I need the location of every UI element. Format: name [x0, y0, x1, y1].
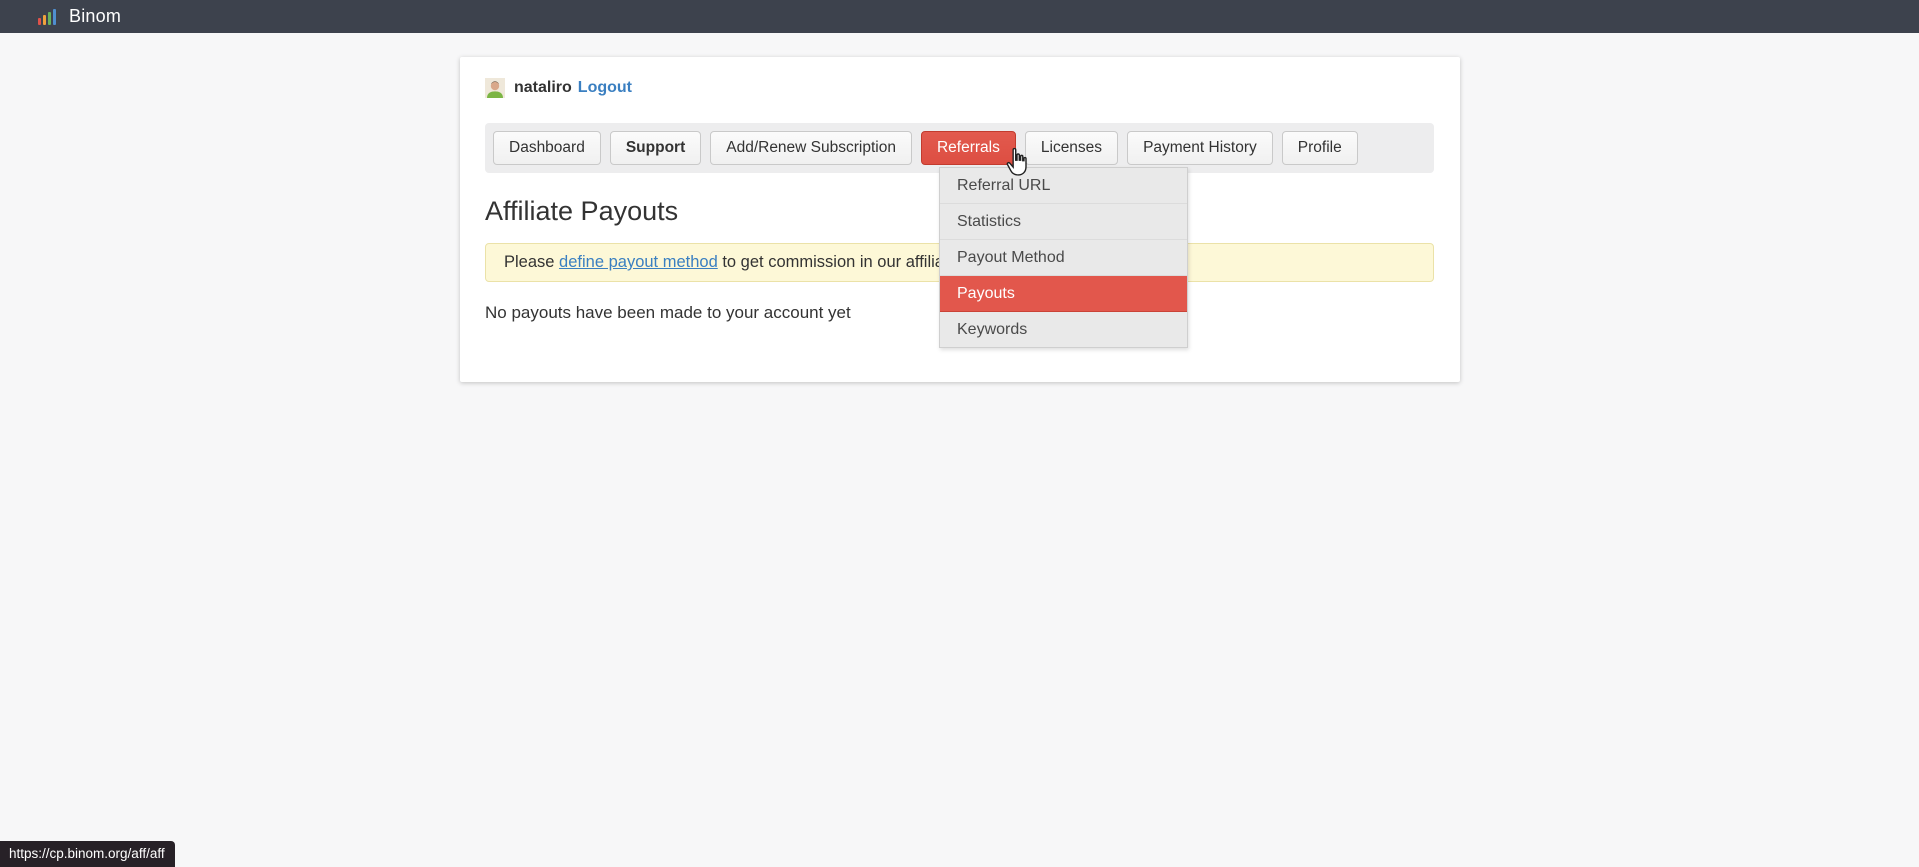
- brand-title: Binom: [69, 6, 121, 27]
- user-avatar: [485, 78, 505, 98]
- nav-support-button[interactable]: Support: [610, 131, 701, 165]
- nav-referrals-button[interactable]: Referrals: [921, 131, 1016, 165]
- menu-item-keywords[interactable]: Keywords: [940, 312, 1187, 347]
- nav-licenses-button[interactable]: Licenses: [1025, 131, 1118, 165]
- notice-text-suffix: to get commission in our affilia: [718, 253, 944, 271]
- menu-item-referral-url[interactable]: Referral URL: [940, 168, 1187, 204]
- top-bar: Binom: [0, 0, 1919, 33]
- nav-dashboard-button[interactable]: Dashboard: [493, 131, 601, 165]
- menu-item-statistics[interactable]: Statistics: [940, 204, 1187, 240]
- user-row: nataliro Logout: [485, 77, 1434, 99]
- main-nav: Dashboard Support Add/Renew Subscription…: [485, 123, 1434, 173]
- binom-logo-icon: [38, 9, 56, 25]
- referrals-dropdown-menu: Referral URL Statistics Payout Method Pa…: [939, 167, 1188, 348]
- link-preview-statusbar: https://cp.binom.org/aff/aff: [0, 841, 175, 867]
- nav-add-renew-subscription-button[interactable]: Add/Renew Subscription: [710, 131, 912, 165]
- define-payout-method-link[interactable]: define payout method: [559, 253, 718, 271]
- notice-text-prefix: Please: [504, 253, 559, 271]
- username: nataliro: [514, 79, 572, 97]
- nav-profile-button[interactable]: Profile: [1282, 131, 1358, 165]
- menu-item-payouts[interactable]: Payouts: [940, 276, 1187, 312]
- nav-payment-history-button[interactable]: Payment History: [1127, 131, 1273, 165]
- logout-link[interactable]: Logout: [578, 79, 632, 97]
- menu-item-payout-method[interactable]: Payout Method: [940, 240, 1187, 276]
